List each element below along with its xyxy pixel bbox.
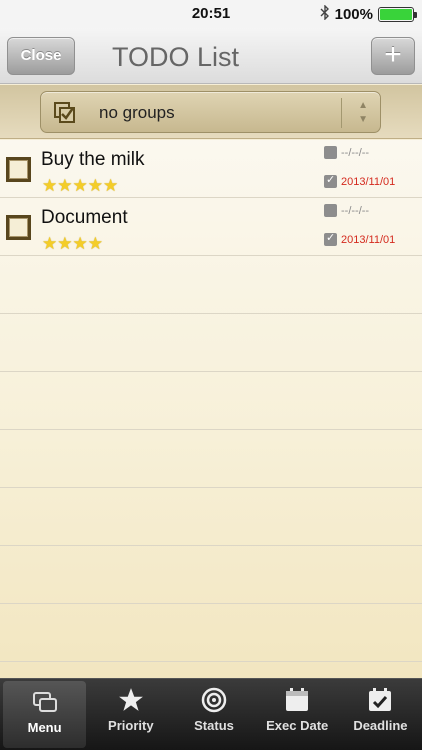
- empty-row: [0, 256, 422, 314]
- battery-icon: [378, 6, 417, 22]
- group-divider: [341, 98, 342, 128]
- empty-row: [0, 372, 422, 430]
- todo-checkbox[interactable]: [6, 215, 31, 240]
- tab-status[interactable]: Status: [172, 679, 255, 750]
- status-bar: 20:51 100%: [0, 0, 422, 28]
- status-right: 100%: [320, 4, 417, 23]
- tab-label: Menu: [27, 720, 62, 735]
- empty-row: [0, 546, 422, 604]
- deadline-value: 2013/11/01: [341, 175, 396, 188]
- todo-list: Buy the milk ★★★★★ --/--/-- 2013/11/01 D…: [0, 140, 422, 678]
- deadline-value: 2013/11/01: [341, 233, 396, 246]
- exec-date: --/--/--: [324, 146, 369, 159]
- star-icon: [89, 687, 172, 713]
- tab-bar: Menu Priority Status Exec Date Deadline: [0, 678, 422, 750]
- calendar-check-icon: [324, 173, 337, 188]
- calendar-icon: [324, 204, 337, 217]
- menu-icon: [3, 689, 86, 715]
- empty-row: [0, 430, 422, 488]
- group-selected-label: no groups: [99, 103, 175, 122]
- deadline-date: 2013/11/01: [324, 231, 396, 246]
- exec-date: --/--/--: [324, 204, 369, 217]
- group-bar: no groups ▲ ▼: [0, 85, 422, 139]
- calendar-check-icon: [324, 231, 337, 246]
- tab-exec-date[interactable]: Exec Date: [256, 679, 339, 750]
- empty-row: [0, 604, 422, 662]
- tab-deadline[interactable]: Deadline: [339, 679, 422, 750]
- group-selector[interactable]: no groups ▲ ▼: [40, 91, 381, 133]
- tab-label: Status: [194, 718, 234, 733]
- todo-title: Buy the milk: [41, 149, 145, 170]
- empty-row: [0, 488, 422, 546]
- calendar-icon: [256, 687, 339, 713]
- battery-percent: 100%: [334, 5, 373, 23]
- todo-row[interactable]: Buy the milk ★★★★★ --/--/-- 2013/11/01: [0, 140, 422, 198]
- close-button[interactable]: Close: [7, 37, 75, 75]
- priority-stars: ★★★★★: [42, 176, 119, 195]
- calendar-icon: [324, 146, 337, 159]
- empty-row: [0, 314, 422, 372]
- tab-menu[interactable]: Menu: [3, 681, 87, 748]
- priority-stars: ★★★★: [42, 234, 103, 253]
- group-check-icon: [53, 101, 77, 125]
- updown-arrows-icon: ▲ ▼: [358, 100, 368, 125]
- exec-date-value: --/--/--: [341, 146, 370, 159]
- todo-checkbox[interactable]: [6, 157, 31, 182]
- tab-label: Deadline: [353, 718, 408, 733]
- todo-title: Document: [41, 207, 128, 228]
- tab-label: Priority: [108, 718, 154, 733]
- bluetooth-icon: [320, 4, 330, 23]
- page-title: TODO List: [112, 42, 240, 72]
- calendar-check-icon: [339, 687, 422, 713]
- target-icon: [172, 687, 255, 713]
- nav-bar: Close TODO List +: [0, 28, 422, 84]
- exec-date-value: --/--/--: [341, 204, 370, 217]
- tab-label: Exec Date: [266, 718, 329, 733]
- add-todo-button[interactable]: +: [371, 37, 415, 75]
- tab-priority[interactable]: Priority: [89, 679, 172, 750]
- todo-row[interactable]: Document ★★★★ --/--/-- 2013/11/01: [0, 198, 422, 256]
- deadline-date: 2013/11/01: [324, 173, 396, 188]
